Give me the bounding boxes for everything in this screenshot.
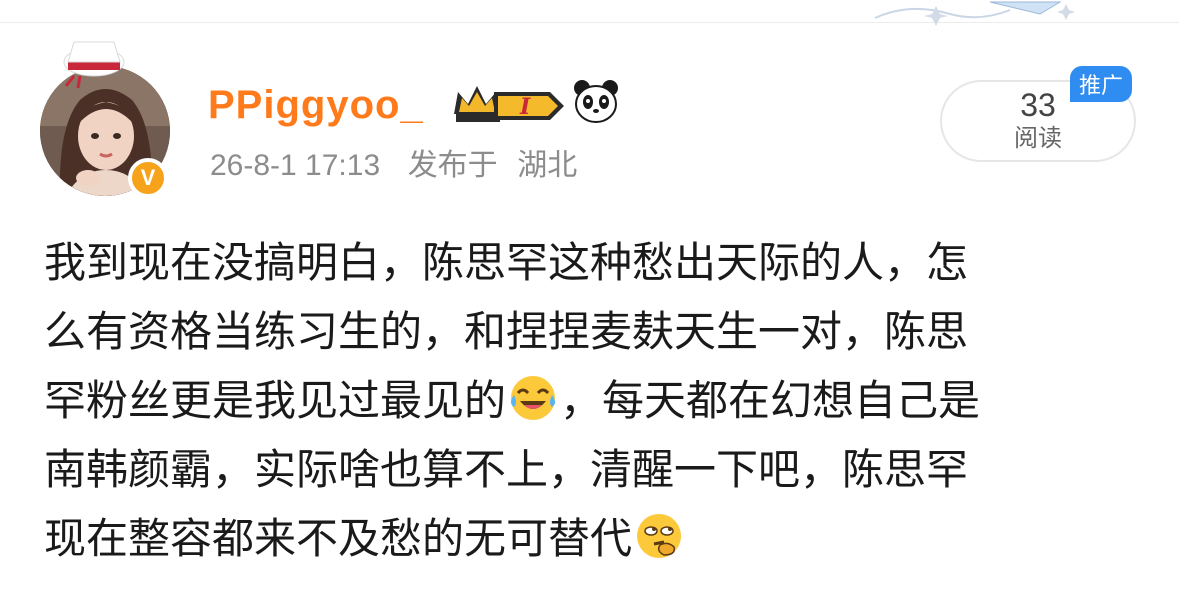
thinking-eyeroll-emoji — [634, 511, 684, 561]
post-body-text: 罕粉丝更是我见过最见的 — [44, 376, 507, 425]
post-body-text: 南韩颜霸，实际啥也算不上，清醒一下吧，陈思罕 — [44, 445, 969, 494]
post-meta: 26-8-1 17:13 发布于 湖北 — [210, 148, 577, 184]
verified-badge: V — [128, 158, 168, 198]
post-body-text: 现在整容都来不及愁的无可替代 — [44, 514, 633, 563]
post-body-line: 罕粉丝更是我见过最见的 ，每天都在幻想自己是 — [44, 366, 1124, 435]
post-body-line: 现在整容都来不及愁的无可替代 — [44, 504, 1124, 573]
post-body-line: 南韩颜霸，实际啥也算不上，清醒一下吧，陈思罕 — [44, 435, 1124, 504]
post-time: 26-8-1 17:13 — [210, 149, 381, 182]
panda-icon[interactable] — [572, 78, 620, 126]
read-label: 阅读 — [1014, 124, 1062, 152]
username[interactable]: PPiggyoo_ — [208, 82, 424, 128]
post-body-text: ，每天都在幻想自己是 — [560, 376, 981, 425]
header-decoration-icon — [874, 1, 1075, 26]
avatar-container[interactable]: V — [40, 41, 170, 198]
post-body-line: 么有资格当练习生的，和捏捏麦麸天生一对，陈思 — [44, 297, 1124, 366]
published-prefix: 发布于 — [407, 148, 498, 183]
post-body-line: 我到现在没搞明白，陈思罕这种愁出天际的人，怎 — [44, 228, 1124, 297]
sailor-hat-icon — [63, 41, 125, 89]
laugh-cry-emoji — [508, 373, 558, 423]
promo-tag[interactable]: 推广 — [1070, 66, 1132, 102]
level-badge-text: I — [519, 94, 531, 120]
post-location: 湖北 — [517, 148, 578, 183]
post-body-text: 我到现在没搞明白，陈思罕这种愁出天际的人，怎 — [44, 238, 969, 287]
crown-level-icon[interactable]: I — [450, 80, 568, 130]
post-body-text: 么有资格当练习生的，和捏捏麦麸天生一对，陈思 — [44, 307, 969, 356]
weibo-post: V PPiggyoo_ I 26-8-1 17:13 发布于 湖北 33 阅读 … — [0, 30, 1179, 615]
post-body: 我到现在没搞明白，陈思罕这种愁出天际的人，怎 么有资格当练习生的，和捏捏麦麸天生一… — [44, 228, 1124, 573]
